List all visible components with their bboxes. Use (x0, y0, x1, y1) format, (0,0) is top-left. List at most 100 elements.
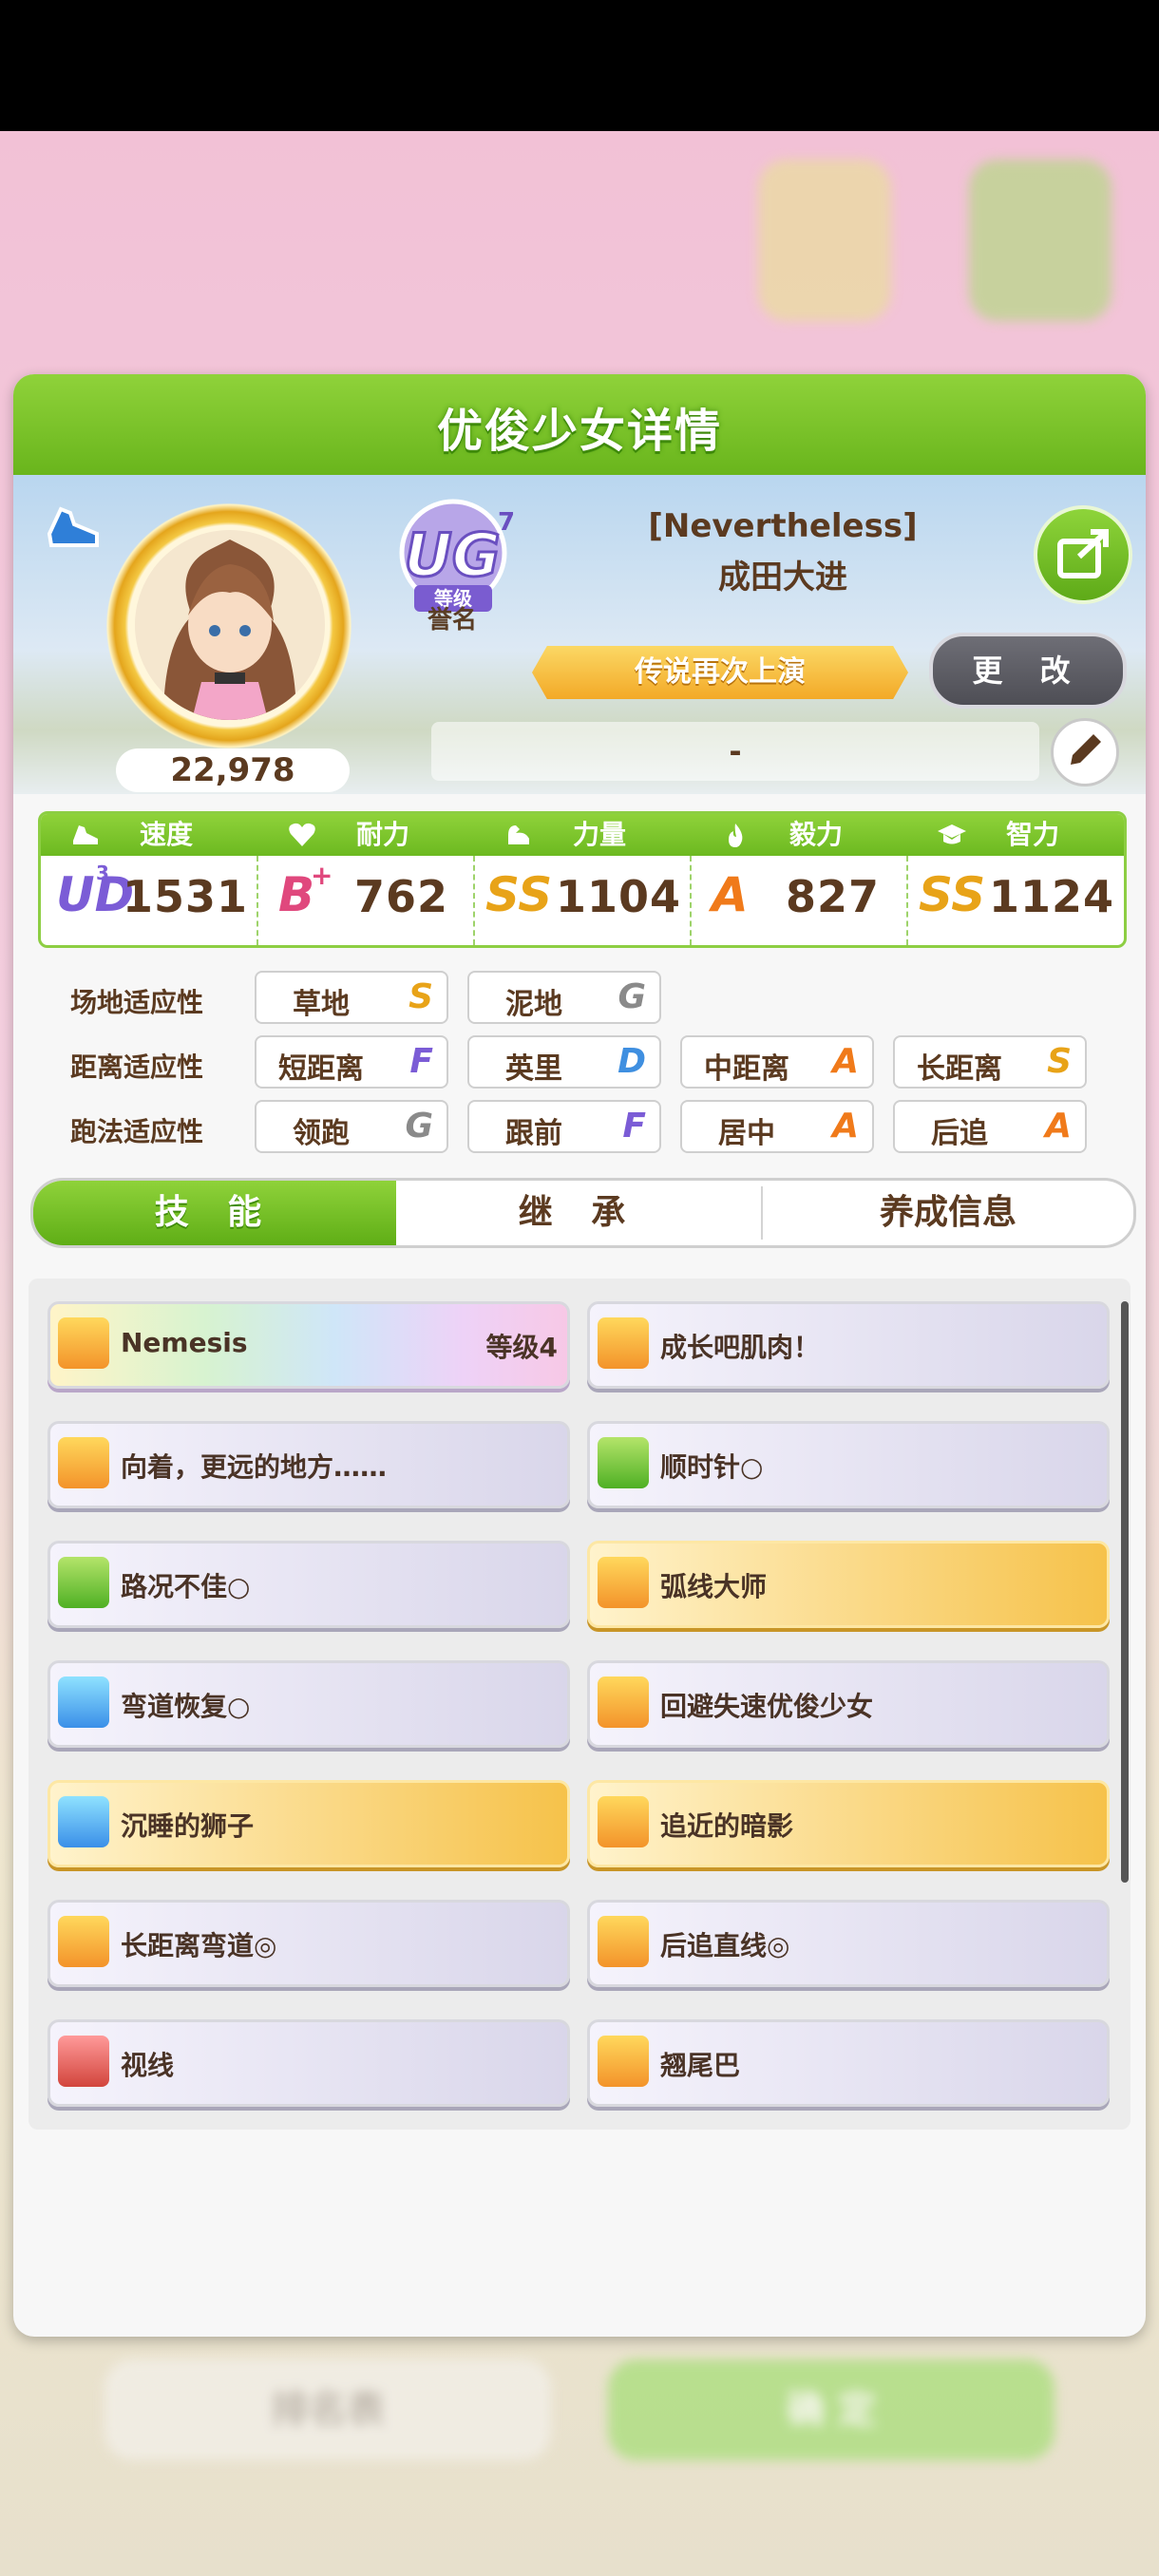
skill-card[interactable]: 后追直线◎ (587, 1900, 1110, 1987)
blurred-trophy (969, 160, 1112, 321)
aptitude-grade: G (405, 1107, 433, 1146)
score-value: 22,978 (116, 748, 350, 792)
aptitude-grade: A (832, 1107, 859, 1146)
heart-icon (289, 823, 315, 846)
skill-level: 等级4 (485, 1332, 558, 1363)
style-aptitude-label: 跑法适应性 (70, 1116, 204, 1147)
blurred-ranking-button: 排名表 (104, 2359, 551, 2460)
speed-icon (598, 2036, 649, 2087)
blurred-confirm-button: 确 定 (608, 2359, 1054, 2460)
aptitude-grade: F (622, 1107, 646, 1146)
skill-name: Nemesis (121, 1327, 248, 1358)
skill-name: 成长吧肌肉！ (660, 1332, 821, 1363)
character-portrait[interactable] (135, 530, 325, 720)
aptitude-grade: F (409, 1042, 433, 1081)
speed-icon (58, 1916, 109, 1967)
stat-label: 耐力 (356, 819, 410, 850)
stat-number: 762 (354, 871, 449, 922)
shoe-icon (73, 825, 98, 844)
aptitude-grade: G (618, 977, 646, 1016)
skill-card[interactable]: 沉睡的狮子 (48, 1780, 570, 1867)
aptitude-cell: 领跑 G (255, 1100, 448, 1153)
stat-label: 毅力 (789, 819, 844, 850)
skill-name: 弯道恢复○ (121, 1691, 251, 1722)
speed-icon (58, 1317, 109, 1369)
rank-grade: SS (919, 867, 986, 922)
description-field: - (431, 722, 1039, 781)
stat-speed-value: UD 3 1531 (41, 856, 257, 945)
change-epithet-button[interactable]: 更 改 (929, 633, 1127, 709)
rank-caption: 誉名 (427, 606, 477, 635)
stat-wit-value: SS 1124 (907, 856, 1124, 945)
aptitude-name: 领跑 (293, 1117, 350, 1150)
skill-card[interactable]: 视线 (48, 2019, 570, 2107)
trainee-detail-dialog: 优俊少女详情 22,978 UG 7 等级 誉名 [Nevertheless] … (13, 374, 1146, 2337)
skill-name: 沉睡的狮子 (121, 1810, 255, 1842)
aptitude-cell: 英里 D (467, 1035, 661, 1089)
rank-badge-sub: 7 (498, 508, 515, 537)
stat-power-value: SS 1104 (474, 856, 691, 945)
shoe-icon[interactable] (42, 496, 104, 559)
skill-name: 弧线大师 (660, 1571, 768, 1602)
rank-grade: A (712, 867, 749, 922)
recovery-icon (58, 1796, 109, 1847)
stat-label: 智力 (1006, 819, 1060, 850)
skill-name: 视线 (121, 2050, 175, 2081)
skill-card[interactable]: 成长吧肌肉！ (587, 1301, 1110, 1389)
skill-name: 路况不佳○ (121, 1571, 251, 1602)
aptitude-cell: 中距离 A (680, 1035, 874, 1089)
aptitude-cell: 长距离 S (893, 1035, 1087, 1089)
stat-number: 1104 (556, 871, 682, 922)
skill-card[interactable]: 翘尾巴 (587, 2019, 1110, 2107)
skill-card[interactable]: 弧线大师 (587, 1541, 1110, 1628)
aptitude-grade: A (832, 1042, 859, 1081)
skill-card[interactable]: 路况不佳○ (48, 1541, 570, 1628)
skill-name: 追近的暗影 (660, 1810, 794, 1842)
aptitude-cell: 居中 A (680, 1100, 874, 1153)
track-aptitude-label: 场地适应性 (70, 987, 204, 1018)
aptitude-cell: 后追 A (893, 1100, 1087, 1153)
graduation-cap-icon (938, 824, 966, 844)
aptitude-cell: 短距离 F (255, 1035, 448, 1089)
rank-grade: SS (485, 867, 553, 922)
skill-name: 向着，更远的地方…… (121, 1451, 388, 1483)
aptitude-name: 后追 (931, 1117, 988, 1150)
skills-scrollbar[interactable] (1121, 1301, 1129, 1883)
aptitude-grade: S (408, 977, 433, 1016)
skill-card[interactable]: 向着，更远的地方…… (48, 1421, 570, 1508)
green-card-icon (598, 1437, 649, 1488)
stat-label: 速度 (140, 819, 194, 850)
skill-card[interactable]: 弯道恢复○ (48, 1660, 570, 1748)
tab-skills[interactable]: 技 能 (33, 1181, 396, 1245)
title-name: [Nevertheless] (648, 507, 918, 545)
speed-icon (598, 1676, 649, 1728)
recovery-icon (58, 1676, 109, 1728)
aptitude-name: 短距离 (278, 1052, 364, 1086)
skill-card[interactable]: 追近的暗影 (587, 1780, 1110, 1867)
stat-number: 827 (786, 871, 881, 922)
edit-button[interactable] (1051, 718, 1119, 786)
speed-icon (58, 1437, 109, 1488)
skill-card[interactable]: 回避失速优俊少女 (587, 1660, 1110, 1748)
blurred-trophy (758, 160, 891, 321)
status-bar (0, 0, 1159, 131)
green-arm-icon (58, 1557, 109, 1608)
aptitude-name: 泥地 (505, 988, 562, 1021)
tab-training-info[interactable]: 养成信息 (763, 1181, 1133, 1245)
rank-grade: B (278, 867, 315, 922)
stat-label: 力量 (573, 819, 627, 850)
rank-badge-text: UG (404, 521, 500, 590)
speed-icon (598, 1796, 649, 1847)
skill-card[interactable]: Nemesis 等级4 (48, 1301, 570, 1389)
skill-card[interactable]: 长距离弯道◎ (48, 1900, 570, 1987)
share-button[interactable] (1034, 505, 1132, 604)
aptitude-grade: A (1045, 1107, 1072, 1146)
stat-number: 1124 (989, 871, 1115, 922)
skill-card[interactable]: 顺时针○ (587, 1421, 1110, 1508)
skill-name: 后追直线◎ (660, 1930, 790, 1961)
rank-grade-sup: 3 (96, 862, 109, 884)
skill-name: 长距离弯道◎ (121, 1930, 277, 1961)
tab-inheritance[interactable]: 继 承 (396, 1181, 761, 1245)
stat-power-header: 力量 (474, 814, 691, 856)
rank-grade-sup: + (311, 860, 333, 891)
